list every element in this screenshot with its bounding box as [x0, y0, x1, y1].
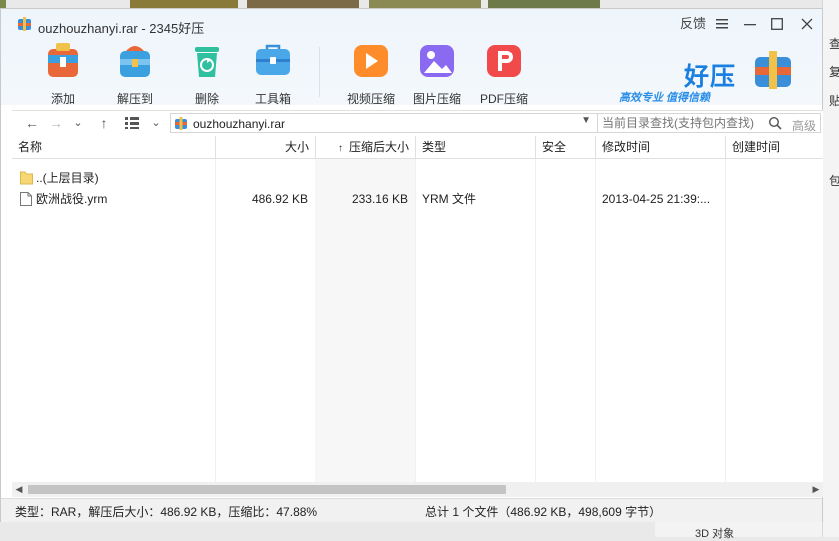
- address-dropdown-icon[interactable]: ▼: [581, 115, 591, 126]
- image-compress-label: 图片压缩: [412, 92, 461, 106]
- address-bar[interactable]: ouzhouzhanyi.rar ▼: [170, 113, 598, 133]
- file-icon: [20, 192, 32, 206]
- sort-ascending-icon: ↑: [337, 143, 343, 154]
- minimize-icon[interactable]: [739, 13, 761, 35]
- scroll-right-icon[interactable]: ▶: [809, 482, 823, 497]
- brand-logo-icon: [755, 51, 791, 89]
- delete-label: 删除: [194, 92, 219, 106]
- add-archive-icon: [48, 43, 78, 77]
- add-button[interactable]: 添加: [35, 39, 91, 107]
- recycle-icon: [195, 47, 219, 77]
- navigation-bar: ← → ⌄ ↑ ⌄ ouzhouzhanyi.rar ▼ 高级: [12, 110, 823, 138]
- column-header-size[interactable]: 大小: [216, 136, 316, 158]
- toolbox-icon: [256, 44, 290, 75]
- feedback-button[interactable]: 反馈: [679, 13, 707, 35]
- search-input[interactable]: [598, 114, 770, 132]
- column-header-packed-label: 压缩后大小: [348, 140, 409, 154]
- background-3d-objects: 3D 对象: [655, 522, 822, 540]
- image-icon: [420, 45, 454, 77]
- video-compress-button[interactable]: 视频压缩: [343, 39, 399, 107]
- file-size: 486.92 KB: [251, 192, 308, 206]
- view-mode-icon[interactable]: [124, 114, 140, 132]
- background-label: 查: [829, 37, 839, 51]
- video-icon: [354, 45, 388, 77]
- column-header-created[interactable]: 创建时间: [726, 136, 823, 158]
- close-icon[interactable]: [796, 13, 818, 35]
- background-explorer-panel: 查 复 贴 包: [822, 0, 839, 537]
- image-compress-button[interactable]: 图片压缩: [409, 39, 465, 107]
- back-arrow-icon[interactable]: ←: [24, 114, 40, 132]
- scroll-left-icon[interactable]: ◀: [12, 482, 26, 497]
- background-label: 包: [829, 174, 839, 188]
- toolbar-separator: [319, 47, 320, 97]
- column-header-type[interactable]: 类型: [416, 136, 536, 158]
- table-row[interactable]: 欧洲战役.yrm 486.92 KB 233.16 KB YRM 文件 2013…: [12, 189, 823, 209]
- pdf-icon: [487, 45, 521, 77]
- haozip-window: ouzhouzhanyi.rar - 2345好压 反馈 添加 解压到 删除 工…: [0, 8, 823, 522]
- background-label: 贴: [829, 94, 839, 108]
- extract-icon: [120, 46, 150, 77]
- archive-icon: [175, 117, 187, 130]
- status-file-total: 总计 1 个文件（486.92 KB，498,609 字节）: [425, 505, 662, 519]
- column-header-modified[interactable]: 修改时间: [596, 136, 726, 158]
- table-row[interactable]: ..(上层目录): [12, 168, 823, 188]
- background-label: 复: [829, 65, 839, 79]
- up-arrow-icon[interactable]: ↑: [96, 114, 112, 132]
- search-icon[interactable]: [768, 116, 782, 130]
- extract-label: 解压到: [116, 92, 153, 106]
- pdf-compress-button[interactable]: PDF压缩: [476, 39, 532, 107]
- status-archive-info: 类型：RAR，解压后大小：486.92 KB，压缩比：47.88%: [15, 505, 318, 519]
- brand-slogan: 高效专业 值得信赖: [619, 92, 711, 104]
- toolbox-button[interactable]: 工具箱: [245, 39, 301, 107]
- search-box: 高级: [597, 113, 821, 133]
- title-bar: ouzhouzhanyi.rar - 2345好压 反馈 添加 解压到 删除 工…: [1, 9, 822, 107]
- background-label: 3D 对象: [695, 528, 735, 540]
- delete-button[interactable]: 删除: [179, 39, 235, 107]
- list-header: 名称 大小 ↑ 压缩后大小 类型 安全 修改时间 创建时间: [12, 136, 823, 159]
- add-label: 添加: [50, 92, 75, 106]
- column-header-name[interactable]: 名称: [12, 136, 216, 158]
- file-name: ..(上层目录): [36, 171, 99, 185]
- column-header-security[interactable]: 安全: [536, 136, 596, 158]
- file-type: YRM 文件: [422, 192, 477, 206]
- horizontal-scrollbar[interactable]: ◀ ▶: [12, 482, 823, 497]
- window-title: ouzhouzhanyi.rar - 2345好压: [38, 21, 205, 36]
- toolbox-label: 工具箱: [254, 92, 291, 106]
- video-compress-label: 视频压缩: [346, 92, 395, 106]
- folder-icon: [20, 171, 33, 185]
- view-dropdown-icon[interactable]: ⌄: [148, 114, 164, 132]
- file-modified: 2013-04-25 21:39:...: [602, 192, 711, 206]
- history-dropdown-icon[interactable]: ⌄: [70, 114, 86, 132]
- brand-logo-text: 好压: [684, 63, 737, 91]
- file-name: 欧洲战役.yrm: [36, 192, 108, 206]
- extract-to-button[interactable]: 解压到: [107, 39, 163, 107]
- scrollbar-thumb[interactable]: [28, 485, 506, 494]
- address-text: ouzhouzhanyi.rar: [193, 117, 286, 131]
- column-header-packed-size[interactable]: ↑ 压缩后大小: [316, 136, 416, 158]
- file-list: 名称 大小 ↑ 压缩后大小 类型 安全 修改时间 创建时间 ..(上层目录) 欧洲…: [12, 136, 823, 482]
- pdf-compress-label: PDF压缩: [479, 92, 528, 106]
- maximize-icon[interactable]: [766, 13, 788, 35]
- forward-arrow-icon[interactable]: →: [48, 114, 64, 132]
- archive-app-icon: [18, 17, 31, 31]
- menu-icon[interactable]: [711, 13, 733, 35]
- file-packed-size: 233.16 KB: [351, 192, 408, 206]
- advanced-search-button[interactable]: 高级: [792, 117, 816, 134]
- status-bar: 类型：RAR，解压后大小：486.92 KB，压缩比：47.88% 总计 1 个…: [1, 498, 822, 522]
